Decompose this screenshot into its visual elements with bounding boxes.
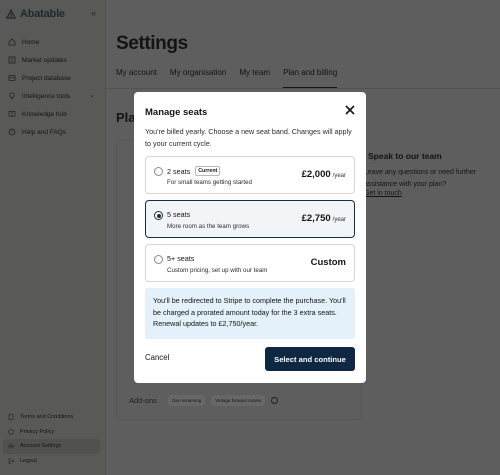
addons-row: Add-ons Geo screening Vintage forward cu… [129,395,279,406]
addons-label: Add-ons [129,396,157,405]
get-in-touch-link[interactable]: Get in touch [364,190,402,197]
chevron-down-icon[interactable]: ⌄ [89,91,95,99]
option-name: 5 seats [167,210,191,219]
option-price: £2,000 /year [302,169,346,180]
home-icon [8,38,16,46]
price-period: /year [332,217,346,223]
price-amount: £2,000 [301,169,331,180]
sidebar-item-label: Logout [20,457,37,464]
addon-pill[interactable]: Vintage forward curves [211,395,266,406]
sidebar-item-logout[interactable]: Logout [0,454,102,469]
manage-seats-modal: Manage seats You're billed yearly. Choos… [134,92,366,383]
modal-title: Manage seats [145,107,208,118]
help-icon: ? [8,128,16,136]
sidebar-item-market-updates[interactable]: Market updates [0,51,106,69]
speak-title: Speak to our team [368,151,442,161]
sidebar-item-terms[interactable]: Terms and Conditions [0,410,102,425]
tab-my-team[interactable]: My team [239,68,270,88]
market-updates-icon [8,56,16,64]
sidebar-item-project-database[interactable]: Project database [0,69,106,87]
option-name: 2 seats [167,166,191,176]
option-name-row: 2 seats Current [167,166,221,176]
tab-my-organisation[interactable]: My organisation [170,68,226,88]
option-price: Custom [311,257,346,268]
option-price: £2,750 /year [302,213,346,224]
brand-name: Abatable [20,8,65,20]
price-amount: £2,750 [301,213,331,224]
logo-icon [6,9,16,19]
sidebar-item-label: Project database [22,74,71,82]
brand[interactable]: Abatable [6,7,65,21]
cancel-button[interactable]: Cancel [145,353,169,362]
collapse-sidebar-icon[interactable]: « [91,9,96,18]
option-name-row: 5 seats [167,210,190,219]
seat-option-5-plus[interactable]: 5+ seats Custom pricing, set up with our… [145,244,355,282]
select-and-continue-button[interactable]: Select and continue [265,347,355,371]
sidebar-nav: Home Market updates Project database Int… [0,33,106,141]
page-title: Settings [116,33,188,54]
sidebar-item-label: Knowledge hub [22,110,67,118]
sidebar-item-privacy[interactable]: Privacy Policy [0,425,102,440]
database-icon [8,75,16,81]
seat-option-2[interactable]: 2 seats Current For small teams getting … [145,156,355,194]
sidebar: Abatable « Home Market updates Project d… [0,0,106,475]
book-icon [8,111,16,118]
sidebar-item-label: Help and FAQs [22,128,67,136]
lightbulb-icon [9,92,15,100]
sidebar-item-label: Intelligence tools [22,92,71,100]
sidebar-item-account-settings[interactable]: Account Settings [3,439,100,454]
tabs-divider [106,88,500,89]
option-description: For small teams getting started [167,179,252,186]
modal-intro: You're billed yearly. Choose a new seat … [145,127,352,148]
sidebar-item-label: Home [22,38,40,46]
sidebar-item-label: Privacy Policy [20,428,55,435]
sidebar-item-help[interactable]: ? Help and FAQs [0,123,106,141]
document-icon [8,414,14,421]
logout-icon [8,458,14,464]
sidebar-item-label: Account Settings [20,443,62,450]
price-amount: Custom [310,257,346,268]
option-name-row: 5+ seats [167,254,194,263]
shield-icon [8,428,14,435]
sidebar-item-knowledge-hub[interactable]: Knowledge hub [0,105,106,123]
radio-button[interactable] [154,255,163,264]
settings-tabs: My account My organisation My team Plan … [116,68,350,88]
option-name: 5+ seats [167,254,195,263]
radio-button[interactable] [154,167,163,176]
gear-icon [8,443,14,449]
radio-button[interactable] [154,211,163,220]
price-period: /year [332,173,346,179]
current-badge: Current [195,166,221,176]
close-icon[interactable] [343,103,357,117]
info-icon[interactable] [271,397,279,404]
sidebar-item-label: Market updates [22,56,67,64]
option-description: More room as the team grows [167,223,250,230]
sidebar-item-home[interactable]: Home [0,33,106,51]
tab-my-account[interactable]: My account [116,68,157,88]
stripe-info-box: You'll be redirected to Stripe to comple… [145,288,355,339]
sidebar-item-intelligence-tools[interactable]: Intelligence tools ⌄ [0,87,106,105]
speak-text: Leave any questions or need further assi… [364,169,477,188]
sidebar-bottom-nav: Terms and Conditions Privacy Policy Acco… [0,410,106,468]
option-description: Custom pricing, set up with our team [167,267,268,274]
sidebar-item-label: Terms and Conditions [20,414,74,421]
addon-pill[interactable]: Geo screening [167,395,206,406]
seat-option-5[interactable]: 5 seats More room as the team grows £2,7… [145,200,355,238]
tab-plan-and-billing[interactable]: Plan and billing [283,68,338,88]
